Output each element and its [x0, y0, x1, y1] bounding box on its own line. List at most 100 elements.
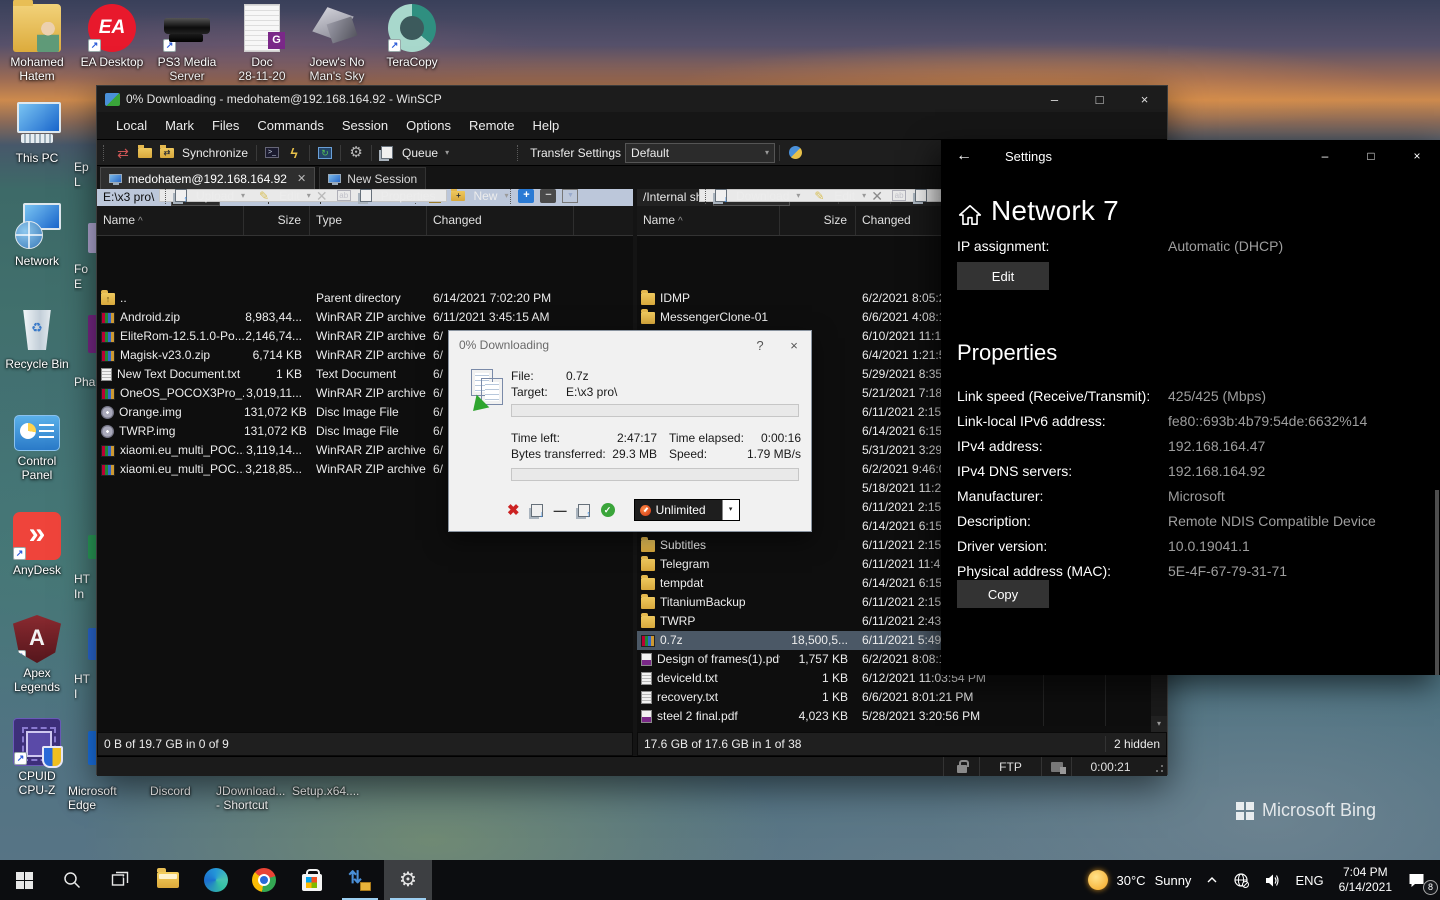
transfer-settings-select[interactable]: Default ▾ [625, 143, 775, 163]
queue-icon[interactable] [377, 142, 397, 164]
clock[interactable]: 7:04 PM 6/14/2021 [1331, 865, 1400, 895]
menu-files[interactable]: Files [203, 112, 248, 139]
selection-filter-icon[interactable] [560, 189, 580, 207]
copy-button[interactable]: Copy [957, 580, 1049, 608]
settings-scrollbar[interactable] [1435, 490, 1439, 675]
desktop-icon-doc-28-11-20[interactable]: Doc 28-11-20 [227, 4, 297, 83]
file-row[interactable]: ..Parent directory6/14/2021 7:02:20 PM [97, 289, 633, 308]
help-button[interactable]: ? [743, 331, 777, 359]
dialog-close-button[interactable]: × [777, 331, 811, 359]
network-tray-button[interactable] [1226, 860, 1257, 900]
winscp-taskbar-button[interactable] [336, 860, 384, 900]
file-explorer-button[interactable] [144, 860, 192, 900]
desktop-icon-joew-s-no-man-s-sky[interactable]: Joew's No Man's Sky [302, 4, 372, 83]
move-to-background-icon[interactable] [578, 504, 590, 517]
weather-widget[interactable]: 30°C Sunny [1081, 860, 1199, 900]
minimize-dialog-icon[interactable]: — [554, 504, 567, 517]
close-button[interactable]: × [1122, 86, 1167, 112]
explorer-refresh-icon[interactable] [315, 142, 335, 164]
new-button[interactable]: New [473, 189, 497, 203]
delete-icon[interactable]: ✕ [312, 189, 332, 207]
task-view-button[interactable] [96, 860, 144, 900]
winscp-titlebar[interactable]: 0% Downloading - medohatem@192.168.164.9… [97, 86, 1167, 112]
start-button[interactable] [0, 860, 48, 900]
column-header-name[interactable]: Name^ [97, 206, 244, 235]
menu-session[interactable]: Session [333, 112, 397, 139]
download-icon[interactable] [711, 189, 731, 207]
tray-expand-button[interactable] [1198, 860, 1226, 900]
file-row[interactable]: steel 2 final.pdf4,023 KB5/28/2021 3:20:… [637, 707, 1167, 726]
command-icon[interactable]: ϟ [284, 142, 304, 164]
volume-tray-button[interactable] [1257, 860, 1288, 900]
store-button[interactable] [288, 860, 336, 900]
resize-grip[interactable] [1153, 763, 1165, 775]
desktop-icon-ea-desktop[interactable]: ↗EA Desktop [77, 4, 147, 69]
preferences-gear-icon[interactable]: ⚙ [346, 142, 366, 164]
edge-button[interactable] [192, 860, 240, 900]
tab-session[interactable]: medohatem@192.168.164.92 ✕ [100, 167, 315, 189]
search-button[interactable] [48, 860, 96, 900]
maximize-button[interactable]: □ [1348, 140, 1394, 172]
select-add-icon[interactable]: + [516, 189, 536, 207]
properties-icon[interactable] [911, 189, 931, 207]
unattended-mode-icon[interactable]: ✓ [601, 503, 615, 517]
action-center-button[interactable]: 8 [1400, 860, 1440, 900]
scroll-down-icon[interactable]: ▾ [1151, 716, 1167, 732]
dialog-titlebar[interactable]: 0% Downloading ? × [449, 331, 811, 359]
column-header-name[interactable]: Name^ [637, 206, 780, 235]
language-indicator[interactable]: ENG [1288, 860, 1330, 900]
close-button[interactable]: × [1394, 140, 1440, 172]
file-row[interactable]: Android.zip8,983,44...WinRAR ZIP archive… [97, 308, 633, 327]
desktop-icon-ps3-media-server[interactable]: ↗PS3 Media Server [152, 4, 222, 83]
file-row[interactable]: recovery.txt1 KB6/6/2021 8:01:21 PM [637, 688, 1167, 707]
settings-taskbar-button[interactable]: ⚙ [384, 860, 432, 900]
edit-icon[interactable]: ✎ [809, 189, 829, 207]
site-color-icon[interactable] [785, 142, 805, 164]
edit-button[interactable]: Edit [279, 189, 300, 203]
synchronize-icon[interactable]: ⇄ [157, 142, 177, 164]
desktop-icon-teracopy[interactable]: ↗TeraCopy [377, 4, 447, 69]
maximize-button[interactable]: □ [1077, 86, 1122, 112]
rename-icon[interactable]: ab [889, 189, 909, 207]
column-header-changed[interactable]: Changed [427, 206, 574, 235]
menu-local[interactable]: Local [107, 112, 156, 139]
settings-titlebar[interactable]: ← Settings – □ × [941, 140, 1440, 172]
menu-remote[interactable]: Remote [460, 112, 524, 139]
edit-button[interactable]: Edit [957, 262, 1049, 290]
desktop-icon-anydesk[interactable]: ↗AnyDesk [2, 512, 72, 577]
delete-icon[interactable]: ✕ [867, 189, 887, 207]
desktop-icon-mohamed-hatem[interactable]: Mohamed Hatem [2, 4, 72, 83]
back-icon[interactable]: ← [941, 147, 987, 165]
column-header-size[interactable]: Size [244, 206, 310, 235]
properties-icon[interactable] [356, 189, 376, 207]
desktop-icon-network[interactable]: Network [2, 203, 72, 268]
desktop-icon-label[interactable]: Microsoft Edge [68, 784, 158, 812]
queue-button[interactable]: Queue [402, 146, 438, 160]
copy-queue-icon[interactable] [135, 142, 155, 164]
properties-button[interactable]: Properties [381, 189, 436, 203]
desktop-icon-control-panel[interactable]: Control Panel [2, 409, 72, 482]
desktop-icon-label[interactable]: Setup.x64.... [292, 784, 382, 798]
upload-button[interactable]: Upload [196, 189, 234, 203]
edit-button[interactable]: Edit [834, 189, 855, 203]
select-remove-icon[interactable]: − [538, 189, 558, 207]
desktop-icon-cpuid-cpu-z[interactable]: ↗CPUID CPU-Z [2, 718, 72, 797]
menu-commands[interactable]: Commands [248, 112, 332, 139]
minimize-button[interactable]: – [1302, 140, 1348, 172]
skip-file-icon[interactable] [531, 504, 543, 517]
chrome-button[interactable] [240, 860, 288, 900]
speed-limit-select[interactable]: Unlimited ▾ [634, 499, 740, 521]
menu-mark[interactable]: Mark [156, 112, 203, 139]
edit-icon[interactable]: ✎ [254, 189, 274, 207]
minimize-button[interactable]: – [1032, 86, 1077, 112]
download-button[interactable]: Download [736, 189, 789, 203]
upload-icon[interactable] [171, 189, 191, 207]
synchronize-button[interactable]: Synchronize [182, 146, 248, 160]
new-icon[interactable]: + [448, 189, 468, 207]
desktop-icon-recycle-bin[interactable]: Recycle Bin [2, 306, 72, 371]
cancel-transfer-icon[interactable]: ✖ [507, 503, 520, 518]
menu-help[interactable]: Help [523, 112, 568, 139]
tab-close-icon[interactable]: ✕ [297, 172, 306, 185]
console-icon[interactable]: >_ [262, 142, 282, 164]
rename-icon[interactable]: ab [334, 189, 354, 207]
